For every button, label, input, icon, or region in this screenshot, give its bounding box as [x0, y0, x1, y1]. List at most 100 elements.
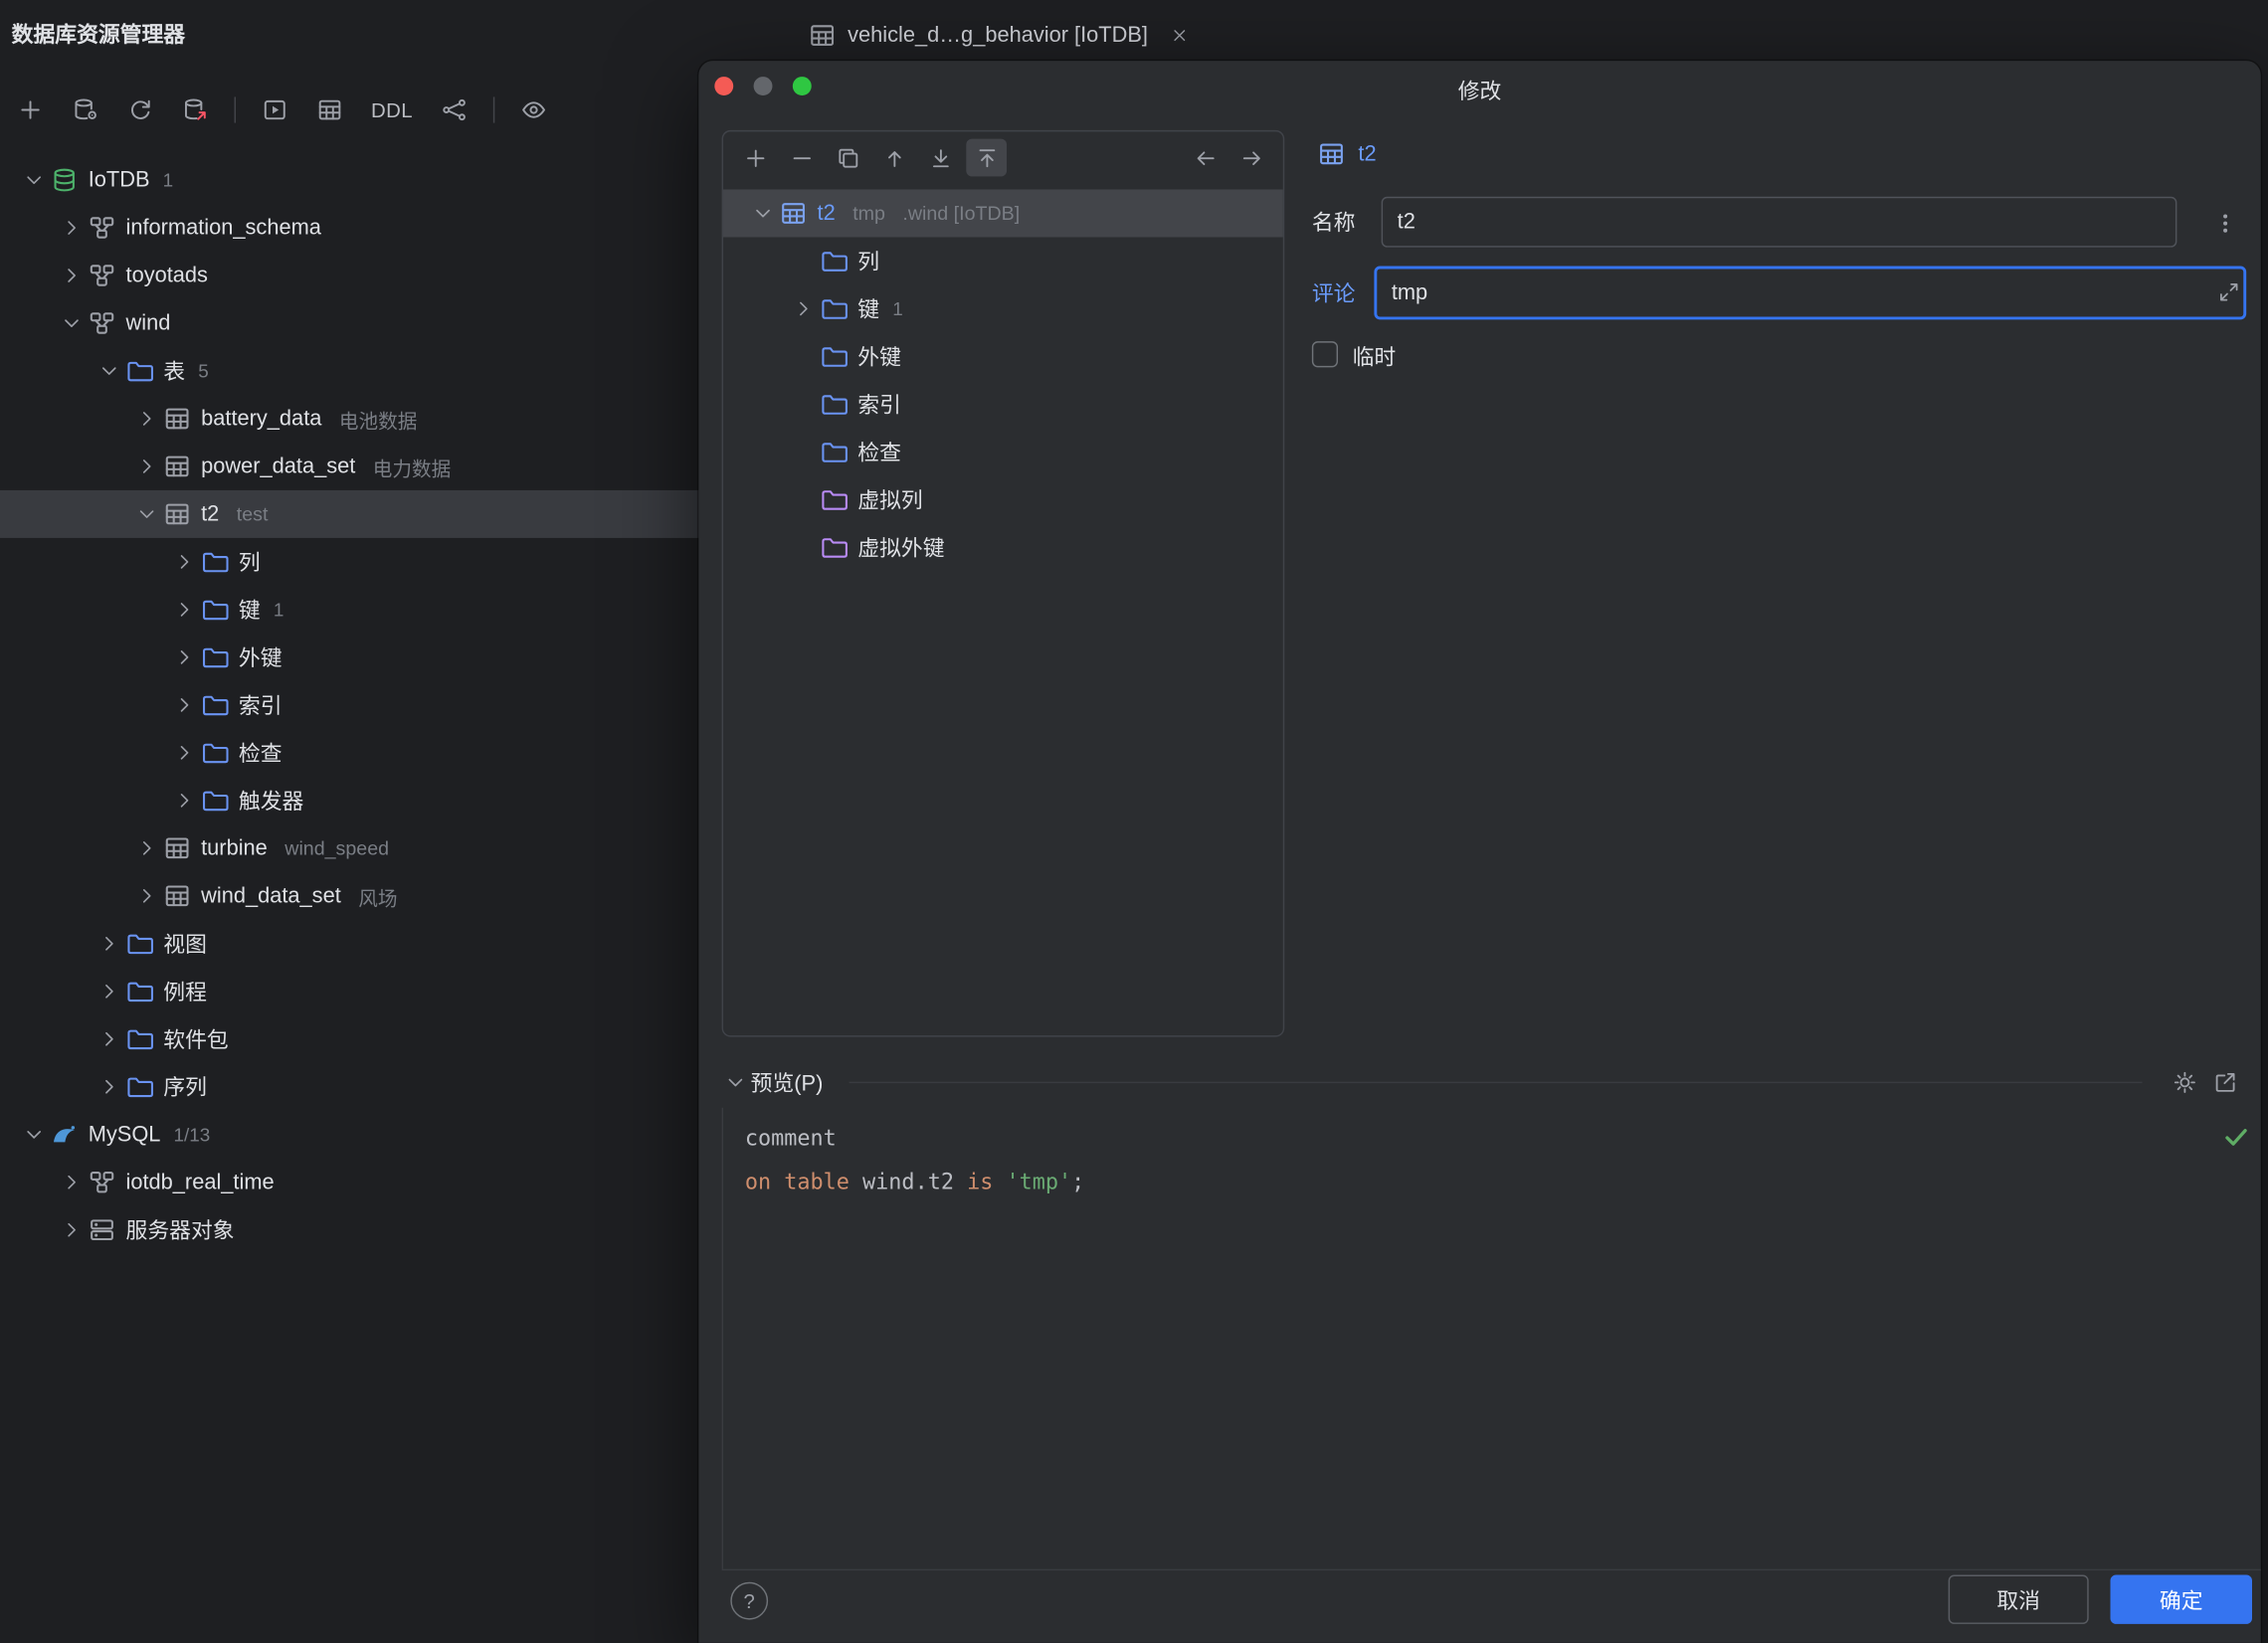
- data-source-properties-button[interactable]: [64, 90, 107, 130]
- chevron-right-icon[interactable]: [93, 979, 124, 1004]
- chevron-right-icon[interactable]: [55, 1217, 87, 1243]
- table-icon: [1316, 140, 1345, 168]
- tree-item-power_data_set[interactable]: power_data_set电力数据: [0, 443, 781, 490]
- tree-item-表[interactable]: 表5: [0, 347, 781, 395]
- chevron-right-icon[interactable]: [93, 1074, 124, 1100]
- comment-input[interactable]: [1374, 267, 2246, 320]
- sessions-button[interactable]: [433, 90, 476, 130]
- expand-editor-icon[interactable]: [2214, 277, 2243, 306]
- chevron-right-icon[interactable]: [55, 215, 87, 241]
- tree-item-label: battery_data: [201, 407, 321, 432]
- chevron-right-icon[interactable]: [55, 1170, 87, 1195]
- tree-item-label: 触发器: [239, 786, 303, 817]
- tree-item-序列[interactable]: 序列: [0, 1063, 781, 1111]
- temporary-checkbox[interactable]: [1312, 341, 1338, 367]
- chevron-right-icon[interactable]: [93, 1026, 124, 1052]
- chevron-right-icon[interactable]: [55, 263, 87, 288]
- chevron-right-icon[interactable]: [168, 597, 200, 623]
- tree-item-例程[interactable]: 例程: [0, 968, 781, 1015]
- sql-preview[interactable]: commenton table wind.t2 is 'tmp';: [722, 1108, 2261, 1569]
- tree-item-外键[interactable]: 外键: [723, 332, 1283, 380]
- chevron-right-icon[interactable]: [130, 883, 162, 909]
- tree-item-外键[interactable]: 外键: [0, 634, 781, 681]
- tree-item-information_schema[interactable]: information_schema: [0, 204, 781, 252]
- chevron-right-icon[interactable]: [130, 454, 162, 479]
- view-options-button[interactable]: [512, 90, 556, 130]
- chevron-right-icon[interactable]: [168, 692, 200, 718]
- move-top-button[interactable]: [966, 139, 1007, 177]
- table-icon: [162, 834, 191, 862]
- remove-button[interactable]: [781, 139, 822, 177]
- chevron-right-icon[interactable]: [93, 931, 124, 957]
- tree-item-列[interactable]: 列: [723, 237, 1283, 284]
- tree-item-键[interactable]: 键1: [723, 284, 1283, 332]
- tree-item-索引[interactable]: 索引: [0, 681, 781, 729]
- forward-button[interactable]: [1230, 139, 1271, 177]
- add-button[interactable]: [735, 139, 776, 177]
- tree-item-wind[interactable]: wind: [0, 299, 781, 347]
- chevron-right-icon[interactable]: [168, 644, 200, 670]
- gear-icon[interactable]: [2169, 1066, 2200, 1098]
- folderPurple-icon: [819, 486, 848, 514]
- tree-item-MySQL[interactable]: MySQL1/13: [0, 1111, 781, 1159]
- chevron-down-icon[interactable]: [722, 1069, 748, 1095]
- move-up-button[interactable]: [873, 139, 914, 177]
- open-in-editor-icon[interactable]: [2208, 1066, 2240, 1098]
- help-button[interactable]: ?: [730, 1582, 768, 1620]
- tree-item-服务器对象[interactable]: 服务器对象: [0, 1206, 781, 1254]
- ddl-button[interactable]: DDL: [363, 90, 421, 130]
- chevron-right-icon[interactable]: [168, 549, 200, 575]
- chevron-right-icon[interactable]: [130, 835, 162, 861]
- chevron-down-icon[interactable]: [93, 358, 124, 384]
- chevron-down-icon[interactable]: [55, 310, 87, 336]
- tree-item-虚拟外键[interactable]: 虚拟外键: [723, 523, 1283, 571]
- table-icon: [162, 500, 191, 528]
- tree-item-虚拟列[interactable]: 虚拟列: [723, 475, 1283, 523]
- back-button[interactable]: [1185, 139, 1226, 177]
- chevron-right-icon[interactable]: [168, 788, 200, 814]
- tree-item-索引[interactable]: 索引: [723, 380, 1283, 428]
- tree-item-label: 表: [163, 356, 185, 387]
- tree-item-列[interactable]: 列: [0, 538, 781, 586]
- tree-item-toyotads[interactable]: toyotads: [0, 252, 781, 299]
- tree-item-t2[interactable]: t2test: [0, 490, 781, 538]
- jump-to-console-button[interactable]: [253, 90, 296, 130]
- kebab-menu-icon[interactable]: [2205, 204, 2243, 242]
- editor-tab[interactable]: vehicle_d…g_behavior [IoTDB]: [807, 21, 1191, 49]
- chevron-down-icon[interactable]: [17, 1122, 49, 1148]
- tree-item-label: 软件包: [163, 1023, 228, 1054]
- tree-item-键[interactable]: 键1: [0, 586, 781, 634]
- cancel-button[interactable]: 取消: [1949, 1574, 2089, 1623]
- tree-item-触发器[interactable]: 触发器: [0, 777, 781, 824]
- chevron-right-icon[interactable]: [130, 406, 162, 432]
- chevron-down-icon[interactable]: [130, 501, 162, 527]
- tree-item-软件包[interactable]: 软件包: [0, 1015, 781, 1063]
- refresh-icon[interactable]: [118, 90, 162, 130]
- tree-item-检查[interactable]: 检查: [723, 428, 1283, 475]
- duplicate-button[interactable]: [828, 139, 868, 177]
- move-bottom-button[interactable]: [920, 139, 961, 177]
- close-icon[interactable]: [1168, 23, 1191, 46]
- tree-item-label: 列: [239, 547, 261, 578]
- chevron-right-icon[interactable]: [168, 740, 200, 766]
- tree-item-iotdb_real_time[interactable]: iotdb_real_time: [0, 1159, 781, 1206]
- chevron-down-icon[interactable]: [17, 167, 49, 193]
- tree-item-t2[interactable]: t2tmp.wind [IoTDB]: [723, 189, 1283, 237]
- add-button[interactable]: [9, 90, 53, 130]
- ok-button[interactable]: 确定: [2111, 1574, 2253, 1623]
- tree-item-检查[interactable]: 检查: [0, 729, 781, 777]
- table-icon: [162, 882, 191, 910]
- open-table-button[interactable]: [308, 90, 352, 130]
- chevron-right-icon[interactable]: [787, 295, 819, 321]
- name-input[interactable]: [1382, 197, 2177, 248]
- modify-dialog: 修改 t2tmp.wind [IoTDB]列键1外键索引检查虚拟列虚拟外键 t2…: [698, 61, 2260, 1643]
- tableBlue-icon: [778, 200, 807, 228]
- tree-item-turbine[interactable]: turbinewind_speed: [0, 824, 781, 872]
- tree-item-IoTDB[interactable]: IoTDB1: [0, 156, 781, 204]
- tree-item-wind_data_set[interactable]: wind_data_set风场: [0, 872, 781, 920]
- item-count: 1: [163, 169, 174, 191]
- chevron-down-icon[interactable]: [746, 200, 778, 226]
- tree-item-视图[interactable]: 视图: [0, 920, 781, 968]
- detach-data-source-button[interactable]: [173, 90, 217, 130]
- tree-item-battery_data[interactable]: battery_data电池数据: [0, 395, 781, 443]
